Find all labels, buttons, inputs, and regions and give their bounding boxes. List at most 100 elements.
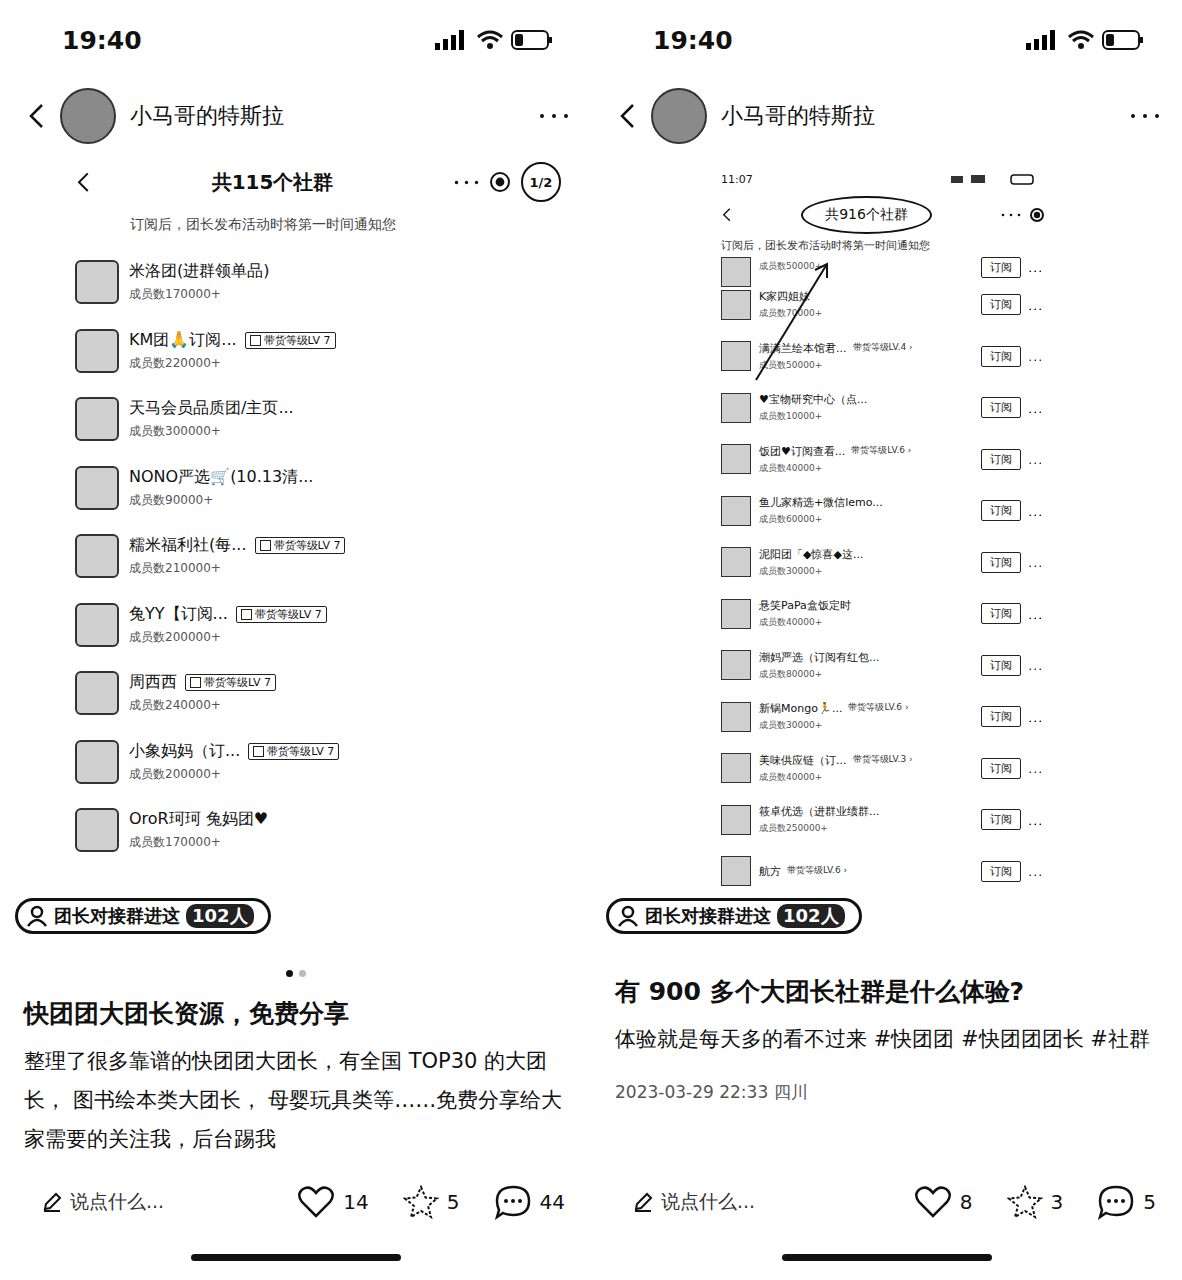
more-icon[interactable] (1001, 213, 1021, 217)
community-text: OroR珂珂 兔妈团♥成员数170000+ (129, 809, 268, 851)
more-icon[interactable] (1029, 462, 1042, 465)
subscribe-button[interactable]: 订阅 (981, 346, 1021, 367)
post-image[interactable]: 11:07共916个社群订阅后，团长发布活动时将第一时间通知您成员数50000+… (591, 152, 1182, 962)
home-indicator (0, 1234, 591, 1280)
back-icon[interactable] (75, 171, 91, 193)
more-icon[interactable] (1029, 720, 1042, 723)
subscribe-button[interactable]: 订阅 (981, 706, 1021, 727)
subscribe-button[interactable]: 订阅 (981, 500, 1021, 521)
subscribe-button[interactable]: 订阅 (981, 809, 1021, 830)
more-icon[interactable] (1029, 514, 1042, 517)
community-row[interactable]: ♥宝物研究中心（点...成员数10000+订阅 (721, 382, 1051, 434)
subscribe-button[interactable]: 订阅 (981, 861, 1021, 882)
community-row[interactable]: 新锅Mongo🏃...带货等级LV.6 ›成员数30000+订阅 (721, 691, 1051, 743)
community-name: 悬笑PaPa盒饭定时 (759, 598, 851, 613)
more-icon[interactable] (1029, 308, 1042, 311)
row-more (1029, 810, 1051, 829)
subscribe-button[interactable]: 订阅 (981, 294, 1021, 315)
more-icon[interactable] (454, 180, 479, 185)
more-icon[interactable] (1029, 565, 1042, 568)
community-row[interactable]: 饭团♥订阅查看...带货等级LV.6 ›成员数40000+订阅 (721, 434, 1051, 486)
member-count: 成员数70000+ (759, 307, 973, 320)
subscribe-button[interactable]: 订阅 (981, 758, 1021, 779)
community-row[interactable]: 鱼儿家精选+微信lemo...成员数60000+订阅 (721, 485, 1051, 537)
more-icon[interactable] (1029, 617, 1042, 620)
level-text: 带货等级LV.6 › (851, 444, 911, 459)
target-icon[interactable] (1029, 207, 1045, 223)
community-row[interactable]: NONO严选🛒(10.13清...成员数90000+ (75, 454, 561, 523)
community-row[interactable]: 米洛团(进群领单品)成员数170000+ (75, 248, 561, 317)
post-header: 小马哥的特斯拉 (591, 80, 1182, 152)
pager-dot[interactable] (286, 970, 293, 977)
community-row[interactable]: 潮妈严选（订阅有红包...成员数80000+订阅 (721, 640, 1051, 692)
community-row[interactable]: KM团🙏订阅...带货等级LV 7 成员数220000+ (75, 317, 561, 386)
comments-count: 5 (1143, 1190, 1156, 1214)
level-text: 带货等级LV 7 (274, 538, 341, 553)
more-icon[interactable] (1130, 113, 1160, 119)
subscribe-button[interactable]: 订阅 (981, 397, 1021, 418)
stars-button[interactable]: 5 (403, 1185, 460, 1219)
likes-button[interactable]: 14 (297, 1185, 368, 1219)
author-name[interactable]: 小马哥的特斯拉 (721, 101, 1116, 131)
member-count: 成员数220000+ (129, 355, 336, 372)
more-icon[interactable] (1029, 874, 1042, 877)
community-row[interactable]: 成员数50000+订阅 (721, 257, 1051, 279)
author-avatar[interactable] (60, 88, 116, 144)
community-row[interactable]: 糯米福利社(每...带货等级LV 7成员数210000+ (75, 522, 561, 591)
community-name-line: 美味供应链（订...带货等级LV.3 › (759, 753, 973, 768)
comments-button[interactable]: 44 (494, 1184, 565, 1220)
more-icon[interactable] (1029, 823, 1042, 826)
subscribe-button[interactable]: 订阅 (981, 603, 1021, 624)
comment-input[interactable]: 说点什么... (42, 1189, 263, 1215)
community-row[interactable]: 周西西带货等级LV 7成员数240000+ (75, 659, 561, 728)
subscribe-button[interactable]: 订阅 (981, 655, 1021, 676)
more-icon[interactable] (539, 113, 569, 119)
community-row[interactable]: 美味供应链（订...带货等级LV.3 ›成员数40000+订阅 (721, 743, 1051, 795)
community-name: 小象妈妈（订... (129, 741, 240, 762)
community-text: 米洛团(进群领单品)成员数170000+ (129, 261, 269, 303)
comment-input[interactable]: 说点什么... (633, 1189, 880, 1215)
community-row[interactable]: OroR珂珂 兔妈团♥成员数170000+ (75, 796, 561, 865)
more-icon[interactable] (1029, 668, 1042, 671)
community-row[interactable]: 小象妈妈（订...带货等级LV 7成员数200000+ (75, 728, 561, 797)
community-row[interactable]: K家四姐妹成员数70000+订阅 (721, 279, 1051, 331)
community-avatar (721, 444, 751, 474)
community-row[interactable]: 兔YY【订阅...带货等级LV 7成员数200000+ (75, 591, 561, 660)
more-icon[interactable] (1029, 270, 1042, 273)
tag-count: 102人 (777, 904, 845, 928)
community-name-line: KM团🙏订阅...带货等级LV 7 (129, 330, 336, 351)
back-icon[interactable] (26, 102, 46, 130)
subscribe-button[interactable]: 订阅 (981, 552, 1021, 573)
community-row[interactable]: 航方带货等级LV.6 ›订阅 (721, 846, 1051, 898)
post-header: 小马哥的特斯拉 (0, 80, 591, 152)
badge-icon (253, 746, 264, 757)
community-avatar (75, 603, 119, 647)
community-name-line: 泥阳团「◆惊喜◆这... (759, 547, 973, 562)
likes-button[interactable]: 8 (914, 1185, 973, 1219)
stars-button[interactable]: 3 (1007, 1185, 1064, 1219)
back-icon[interactable] (721, 207, 732, 222)
more-icon[interactable] (1029, 359, 1042, 362)
inner-status-bar: 11:07 (721, 152, 1051, 194)
group-tag[interactable]: 团长对接群进这102人 (606, 898, 862, 934)
community-avatar (75, 329, 119, 373)
post-image[interactable]: 共115个社群1/2订阅后，团长发布活动时将第一时间通知您米洛团(进群领单品)成… (0, 152, 591, 962)
list-title: 共115个社群 (101, 169, 444, 196)
community-row[interactable]: 满满兰绘本馆君...带货等级LV.4 ›成员数50000+订阅 (721, 331, 1051, 383)
more-icon[interactable] (1029, 411, 1042, 414)
more-icon[interactable] (1029, 771, 1042, 774)
community-row[interactable]: 泥阳团「◆惊喜◆这...成员数30000+订阅 (721, 537, 1051, 589)
subscribe-button[interactable]: 订阅 (981, 449, 1021, 470)
pager-dot[interactable] (299, 970, 306, 977)
target-icon[interactable] (489, 171, 511, 193)
group-tag[interactable]: 团长对接群进这102人 (15, 898, 271, 934)
community-row[interactable]: 筱卓优选（进群业绩群...成员数250000+订阅 (721, 794, 1051, 846)
back-icon[interactable] (617, 102, 637, 130)
community-row[interactable]: 天马会员品质团/主页...成员数300000+ (75, 385, 561, 454)
subscribe-button[interactable]: 订阅 (981, 257, 1021, 278)
community-name-line: 筱卓优选（进群业绩群... (759, 804, 973, 819)
author-name[interactable]: 小马哥的特斯拉 (130, 101, 525, 131)
community-row[interactable]: 悬笑PaPa盒饭定时成员数40000+订阅 (721, 588, 1051, 640)
comments-button[interactable]: 5 (1097, 1184, 1156, 1220)
author-avatar[interactable] (651, 88, 707, 144)
